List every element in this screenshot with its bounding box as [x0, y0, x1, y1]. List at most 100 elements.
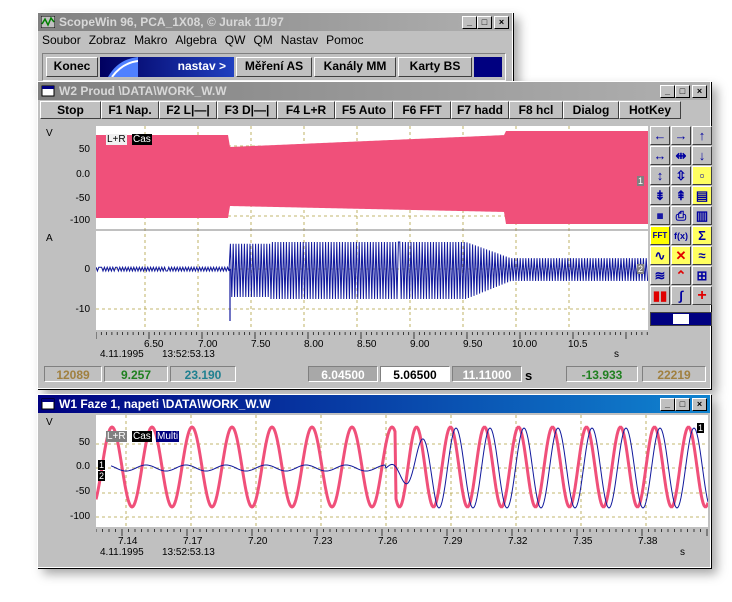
app-icon	[41, 16, 55, 28]
cross-icon[interactable]: ✕	[671, 246, 691, 265]
f2-button[interactable]: F2 L|—|	[159, 101, 217, 119]
cursor-down-icon[interactable]: ⇟	[650, 186, 670, 205]
tool-palette: ← → ↑ ↔ ⇹ ↓ ↕ ⇳ ▫ ⇟ ⇞ ▤ ▦ ⎙ ▥ FFT f(x) Σ…	[650, 126, 712, 305]
f8-button[interactable]: F8 hcl	[509, 101, 563, 119]
w2-date: 4.11.1995	[100, 349, 144, 360]
arrow-left-icon[interactable]: ←	[650, 126, 670, 145]
w1-x-axis: 7.14 7.17 7.20 7.23 7.26 7.29 7.32 7.35 …	[95, 528, 708, 560]
expand-horizontal-icon[interactable]: ↔	[650, 146, 670, 165]
nastav-label: nastav >	[177, 59, 226, 73]
w1-xtick-714: 7.14	[118, 536, 138, 547]
menu-algebra[interactable]: Algebra	[175, 33, 216, 47]
w1-xtick-729: 7.29	[443, 536, 463, 547]
kanaly-button[interactable]: Kanály MM	[314, 57, 396, 77]
menu-nastav[interactable]: Nastav	[281, 33, 318, 47]
menu-soubor[interactable]: Soubor	[42, 33, 81, 47]
w2-y-axis-panel: V 50 0.0 -50 -100 A 0 -10	[40, 126, 94, 330]
list-icon[interactable]: ▥	[692, 206, 712, 225]
menu-makro[interactable]: Makro	[134, 33, 167, 47]
arrow-right-icon[interactable]: →	[671, 126, 691, 145]
w2-minimize-button[interactable]: _	[660, 84, 675, 98]
channel-blocks-icon[interactable]: ▮▮	[650, 286, 670, 305]
f3-button[interactable]: F3 D|—|	[217, 101, 277, 119]
wave-stack-icon[interactable]: ≋	[650, 266, 670, 285]
stop-button[interactable]: Stop	[40, 101, 101, 119]
w1-marker-2[interactable]: 2	[98, 471, 106, 481]
w1-tick-50: 50	[78, 437, 90, 448]
karty-button[interactable]: Karty BS	[398, 57, 472, 77]
w2-maximize-button[interactable]: □	[675, 84, 690, 98]
yellow-panel-icon[interactable]: ▫	[692, 166, 712, 185]
readout-mid1: 6.04500	[308, 366, 378, 382]
split-view-icon[interactable]: ▤	[692, 186, 712, 205]
w2-function-bar: Stop F1 Nap. F2 L|—| F3 D|—| F4 L+R F5 A…	[38, 100, 710, 120]
window-icon	[41, 85, 55, 97]
w2-marker-1[interactable]: 1	[636, 176, 644, 186]
w2-close-button[interactable]: ×	[692, 84, 707, 98]
sine-wave-icon[interactable]: ∿	[650, 246, 670, 265]
w1-tick-0: 0.0	[76, 461, 90, 472]
dialog-button[interactable]: Dialog	[563, 101, 619, 119]
maximize-button[interactable]: □	[477, 15, 492, 29]
mereni-button[interactable]: Měření AS	[236, 57, 312, 77]
grid-icon[interactable]: ⊞	[692, 266, 712, 285]
f1-button[interactable]: F1 Nap.	[101, 101, 159, 119]
noise-wave-icon[interactable]: ≈	[692, 246, 712, 265]
w1-time: 13:52:53.13	[162, 547, 215, 558]
f4-button[interactable]: F4 L+R	[277, 101, 335, 119]
peak-icon[interactable]: ⌃	[671, 266, 691, 285]
arrow-up-icon[interactable]: ↑	[692, 126, 712, 145]
w1-window: W1 Faze 1, napeti \DATA\WORK_W.W _ □ × V…	[37, 394, 712, 568]
w1-marker-1[interactable]: 1	[98, 460, 106, 470]
fft-icon[interactable]: FFT	[650, 226, 670, 245]
w1-minimize-button[interactable]: _	[660, 397, 675, 411]
freehand-icon[interactable]: ∫	[671, 286, 691, 305]
w2-xtick-950: 9.50	[463, 339, 483, 350]
w2-x-axis: 6.50 7.00 7.50 8.00 8.50 9.00 9.50 10.00…	[95, 331, 648, 361]
expand-vertical-icon[interactable]: ↕	[650, 166, 670, 185]
compress-horizontal-icon[interactable]: ⇹	[671, 146, 691, 165]
f5-button[interactable]: F5 Auto	[335, 101, 393, 119]
main-window-title: ScopeWin 96, PCA_1X08, © Jurak 11/97	[59, 15, 284, 29]
w1-xtick-723: 7.23	[313, 536, 333, 547]
w1-date: 4.11.1995	[100, 547, 144, 558]
nastav-button[interactable]: nastav >	[100, 57, 234, 77]
hotkey-button[interactable]: HotKey	[619, 101, 681, 119]
w2-waveform-plot	[95, 126, 649, 330]
arrow-down-icon[interactable]: ↓	[692, 146, 712, 165]
w2-xtick-650: 6.50	[144, 339, 164, 350]
w1-plot-area[interactable]: L+R Čas Multi 1 2 1	[94, 415, 712, 527]
add-icon[interactable]: +	[692, 286, 712, 305]
w1-tick-m100: -100	[69, 511, 90, 522]
w1-close-button[interactable]: ×	[692, 397, 707, 411]
f7-button[interactable]: F7 hadd	[451, 101, 509, 119]
close-button[interactable]: ×	[494, 15, 509, 29]
palette-scroll[interactable]	[650, 312, 712, 326]
function-icon[interactable]: f(x)	[671, 226, 691, 245]
w2-plot-area[interactable]: L+R Čas 1 2	[95, 126, 649, 330]
sigma-icon[interactable]: Σ	[692, 226, 712, 245]
readout-left1: 12089	[44, 366, 102, 382]
minimize-button[interactable]: _	[462, 15, 477, 29]
print-icon[interactable]: ⎙	[671, 206, 691, 225]
w1-legend-multi: Multi	[156, 431, 180, 442]
readout-right2: 22219	[642, 366, 706, 382]
menu-qm[interactable]: QM	[253, 33, 272, 47]
w1-marker-right[interactable]: 1	[696, 423, 704, 433]
konec-button[interactable]: Konec	[46, 57, 98, 77]
f6-button[interactable]: F6 FFT	[393, 101, 451, 119]
w1-xtick-732: 7.32	[508, 536, 528, 547]
menu-qw[interactable]: QW	[225, 33, 246, 47]
w1-xtick-738: 7.38	[638, 536, 658, 547]
display-icon[interactable]: ▦	[650, 206, 670, 225]
w1-maximize-button[interactable]: □	[675, 397, 690, 411]
cursor-up-icon[interactable]: ⇞	[671, 186, 691, 205]
ch2-unit-label: A	[46, 233, 53, 244]
w2-marker-2[interactable]: 2	[636, 264, 644, 274]
menu-zobraz[interactable]: Zobraz	[89, 33, 126, 47]
w1-xtick-717: 7.17	[183, 536, 203, 547]
menu-pomoc[interactable]: Pomoc	[326, 33, 363, 47]
compress-vertical-icon[interactable]: ⇳	[671, 166, 691, 185]
w1-title-bar: W1 Faze 1, napeti \DATA\WORK_W.W _ □ ×	[38, 395, 710, 413]
readout-unit: s	[525, 368, 533, 383]
